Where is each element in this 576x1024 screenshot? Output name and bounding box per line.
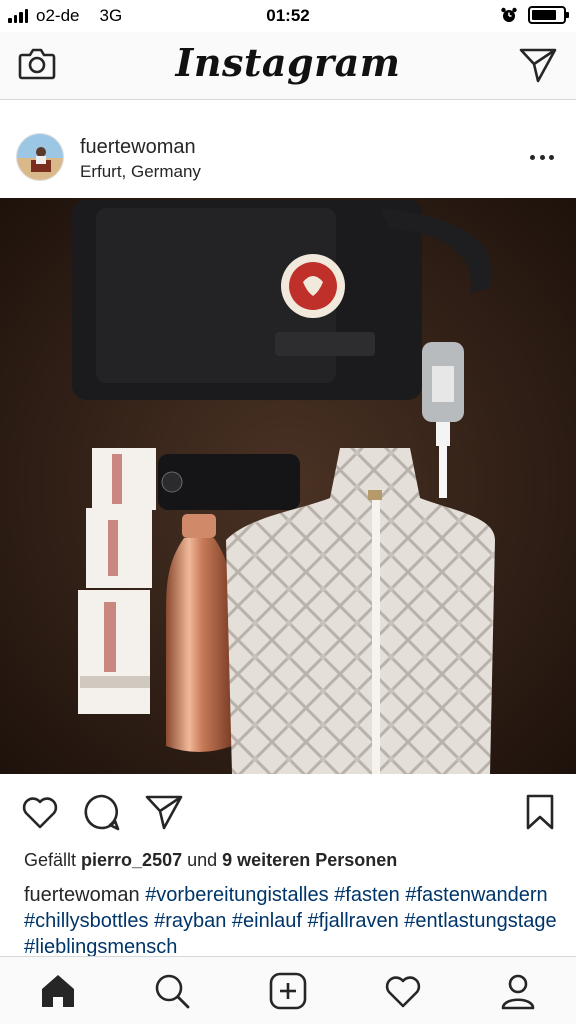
share-paper-plane-icon[interactable]: [144, 792, 184, 832]
photo-illustration: [0, 198, 576, 774]
hashtag[interactable]: #entlastungstage: [404, 910, 556, 932]
hashtag[interactable]: #fastenwandern: [405, 884, 547, 906]
hashtag[interactable]: #fasten: [334, 884, 400, 906]
post-header: fuertewoman Erfurt, Germany: [0, 100, 576, 198]
user-avatar[interactable]: [16, 133, 64, 181]
comment-bubble-icon[interactable]: [82, 792, 122, 832]
post-photo[interactable]: [0, 198, 576, 774]
hashtag[interactable]: #fjallraven: [308, 910, 399, 932]
add-post-icon[interactable]: [268, 971, 308, 1011]
likes-prefix: Gefällt: [24, 850, 82, 870]
heart-icon[interactable]: [20, 792, 60, 832]
hashtag[interactable]: #lieblingsmensch: [24, 936, 177, 958]
post-actions-bar: [0, 774, 576, 846]
battery-icon: [528, 6, 569, 24]
more-dots-icon[interactable]: [530, 152, 554, 162]
instagram-logo: Instagram: [175, 40, 401, 85]
likes-count-link[interactable]: 9 weiteren Personen: [222, 850, 397, 870]
likes-middle: und: [182, 850, 223, 870]
profile-icon[interactable]: [498, 971, 538, 1011]
caption-author[interactable]: fuertewoman: [24, 884, 140, 906]
status-bar: o2-de 3G 01:52: [0, 0, 576, 32]
status-time: 01:52: [266, 6, 310, 25]
hashtag[interactable]: #einlauf: [232, 910, 302, 932]
hashtag[interactable]: #chillysbottles: [24, 910, 149, 932]
bookmark-icon[interactable]: [520, 792, 560, 832]
direct-message-icon[interactable]: [518, 46, 558, 84]
post-location[interactable]: Erfurt, Germany: [80, 162, 201, 182]
alarm-clock-icon: [501, 7, 517, 22]
activity-heart-icon[interactable]: [383, 971, 423, 1011]
home-icon[interactable]: [38, 971, 78, 1011]
avatar-image: [17, 134, 63, 180]
post-caption: fuertewoman #vorbereitungistalles #faste…: [24, 882, 564, 960]
post-username[interactable]: fuertewoman: [80, 136, 196, 159]
likes-user-link[interactable]: pierro_2507: [81, 850, 182, 870]
top-navigation-bar: Instagram: [0, 32, 576, 100]
status-right: [500, 6, 569, 24]
bottom-tab-bar: [0, 956, 576, 1024]
hashtag[interactable]: #rayban: [154, 910, 226, 932]
hashtag[interactable]: #vorbereitungistalles: [145, 884, 328, 906]
likes-line: Gefällt pierro_2507 und 9 weiteren Perso…: [24, 850, 397, 871]
search-icon[interactable]: [152, 971, 192, 1011]
